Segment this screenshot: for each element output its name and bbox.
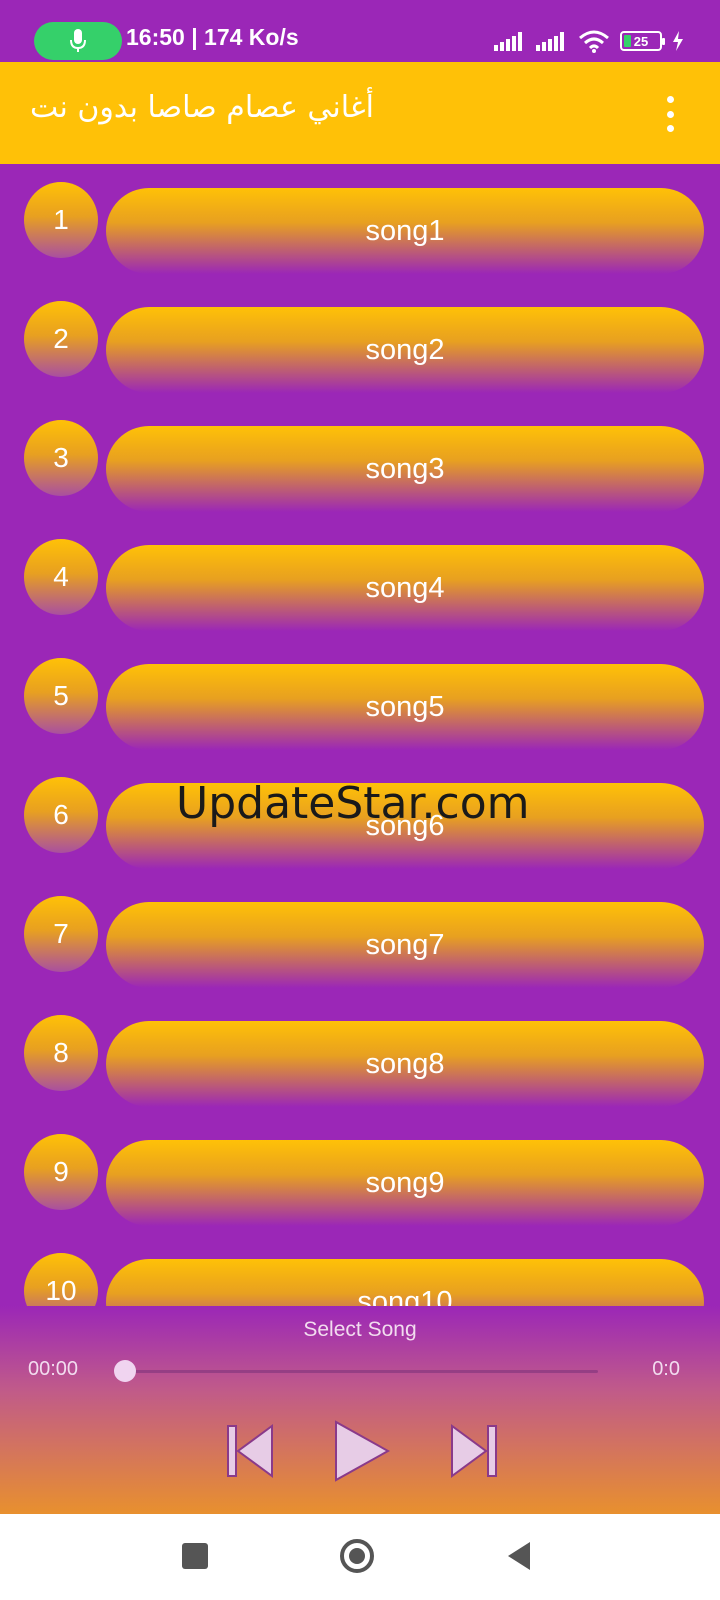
song-button[interactable]: song2 xyxy=(106,307,704,393)
song-row: 3 song3 xyxy=(0,412,720,512)
battery-icon: 25 xyxy=(620,31,665,51)
song-button[interactable]: song5 xyxy=(106,664,704,750)
song-row: 8 song8 xyxy=(0,1007,720,1107)
recent-apps-button[interactable] xyxy=(175,1536,215,1576)
song-number: 2 xyxy=(24,301,98,377)
playback-controls xyxy=(222,1418,498,1484)
song-number: 6 xyxy=(24,777,98,853)
more-vert-icon xyxy=(666,96,674,103)
song-row: 10 song10 xyxy=(0,1245,720,1306)
status-time-speed: 16:50 | 174 Ko/s xyxy=(126,24,299,50)
total-time: 0:0 xyxy=(652,1358,680,1380)
status-bar: 16:50 | 174 Ko/s 25 xyxy=(0,0,720,62)
song-button[interactable]: song9 xyxy=(106,1140,704,1226)
mic-indicator[interactable] xyxy=(34,22,122,60)
song-button[interactable]: song6 xyxy=(106,783,704,869)
app-bar: أغاني عصام صاصا بدون نت xyxy=(0,62,720,164)
song-button[interactable]: song7 xyxy=(106,902,704,988)
song-number: 3 xyxy=(24,420,98,496)
song-row: 1 song1 xyxy=(0,174,720,274)
song-row: 2 song2 xyxy=(0,293,720,393)
wifi-icon xyxy=(579,30,609,53)
song-row: 5 song5 xyxy=(0,650,720,750)
more-vert-icon-dot xyxy=(666,110,674,118)
skip-next-icon xyxy=(451,1424,497,1478)
song-row: 6 song6 xyxy=(0,769,720,869)
back-triangle-icon xyxy=(508,1542,530,1570)
back-button[interactable] xyxy=(500,1536,540,1576)
song-row: 7 song7 xyxy=(0,888,720,988)
song-number: 10 xyxy=(24,1253,98,1306)
current-time: 00:00 xyxy=(28,1358,79,1380)
song-row: 4 song4 xyxy=(0,531,720,631)
song-button[interactable]: song8 xyxy=(106,1021,704,1107)
song-number: 4 xyxy=(24,539,98,615)
previous-button[interactable] xyxy=(222,1418,278,1484)
status-icons: 25 xyxy=(494,26,684,56)
more-vert-icon-dot xyxy=(666,125,674,132)
play-button[interactable] xyxy=(330,1418,392,1484)
song-button[interactable]: song3 xyxy=(106,426,704,512)
play-icon xyxy=(335,1420,391,1482)
battery-level: 25 xyxy=(633,33,649,49)
charging-icon xyxy=(673,31,683,51)
song-number: 5 xyxy=(24,658,98,734)
overflow-menu-button[interactable] xyxy=(660,96,680,132)
song-button[interactable]: song4 xyxy=(106,545,704,631)
song-number: 1 xyxy=(24,182,98,258)
song-number: 9 xyxy=(24,1134,98,1210)
song-number: 8 xyxy=(24,1015,98,1091)
song-button[interactable]: song1 xyxy=(106,188,704,274)
signal-icon xyxy=(494,32,522,51)
now-playing-label: Select Song xyxy=(303,1318,417,1341)
microphone-icon xyxy=(70,29,86,52)
home-circle-icon xyxy=(340,1539,374,1573)
seek-bar[interactable] xyxy=(124,1370,598,1373)
player-panel: Select Song 00:00 0:0 xyxy=(0,1306,720,1514)
system-nav-bar xyxy=(0,1514,720,1600)
home-button[interactable] xyxy=(337,1536,377,1576)
skip-previous-icon xyxy=(227,1424,273,1478)
signal-icon-2 xyxy=(536,32,564,51)
song-row: 9 song9 xyxy=(0,1126,720,1226)
app-title: أغاني عصام صاصا بدون نت xyxy=(30,90,374,125)
seek-thumb[interactable] xyxy=(114,1360,136,1382)
song-number: 7 xyxy=(24,896,98,972)
song-list[interactable]: 1 song1 2 song2 3 song3 4 song4 5 song5 … xyxy=(0,164,720,1306)
square-icon xyxy=(182,1543,208,1569)
song-button[interactable]: song10 xyxy=(106,1259,704,1306)
next-button[interactable] xyxy=(446,1418,502,1484)
